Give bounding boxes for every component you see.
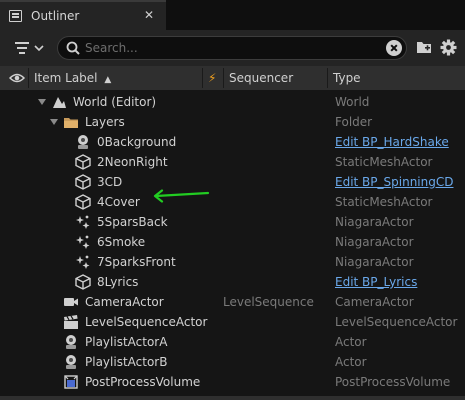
row-label: PlaylistActorB — [85, 355, 168, 369]
tree-row-levelsequenceactor[interactable]: LevelSequenceActor LevelSequenceActor — [0, 312, 465, 332]
lightning-icon: ⚡ — [208, 71, 217, 85]
row-type: StaticMeshActor — [335, 195, 433, 209]
column-divider — [327, 68, 328, 88]
column-divider — [28, 68, 29, 88]
row-type: World — [335, 95, 370, 109]
niagara-icon — [76, 255, 90, 269]
row-label: 3CD — [97, 175, 123, 189]
row-label: 7SparksFront — [97, 255, 176, 269]
add-folder-icon[interactable] — [416, 39, 432, 55]
tree-row-postprocessvolume[interactable]: PostProcessVolume PostProcessVolume — [0, 372, 465, 392]
row-label: LevelSequenceActor — [85, 315, 208, 329]
tree-row-world[interactable]: World (Editor) World — [0, 92, 465, 112]
close-icon[interactable]: ✕ — [142, 8, 156, 22]
column-item-label[interactable]: Item Label ▲ — [34, 66, 111, 90]
column-header: Item Label ▲ ⚡ Sequencer Type — [0, 66, 465, 90]
post-process-icon — [64, 375, 78, 389]
niagara-icon — [76, 235, 90, 249]
tree-row-0background[interactable]: 0Background Edit BP_HardShake — [0, 132, 465, 152]
tree-row-4cover[interactable]: 4Cover StaticMeshActor — [0, 192, 465, 212]
sort-ascending-icon: ▲ — [104, 75, 112, 85]
tree-row-5sparsback[interactable]: 5SparsBack NiagaraActor — [0, 212, 465, 232]
tree-row-7sparksfront[interactable]: 7SparksFront NiagaraActor — [0, 252, 465, 272]
column-item-label-text: Item Label — [34, 71, 98, 85]
row-label: 0Background — [97, 135, 177, 149]
filter-icon — [15, 42, 44, 54]
toolbar — [0, 30, 465, 66]
search-icon — [66, 41, 80, 55]
row-type: Folder — [335, 115, 373, 129]
search-box — [57, 36, 407, 60]
column-sequencer[interactable]: Sequencer — [229, 66, 293, 90]
column-type[interactable]: Type — [333, 66, 361, 90]
row-type: Actor — [335, 355, 367, 369]
tree-row-6smoke[interactable]: 6Smoke NiagaraActor — [0, 232, 465, 252]
row-sequencer: LevelSequence — [223, 295, 314, 309]
expand-arrow-icon[interactable] — [38, 99, 46, 105]
row-type: Actor — [335, 335, 367, 349]
camera-icon — [64, 298, 78, 306]
row-type: StaticMeshActor — [335, 155, 433, 169]
row-type: LevelSequenceActor — [335, 315, 458, 329]
static-mesh-icon — [75, 194, 91, 210]
actor-icon — [66, 335, 76, 349]
column-divider — [202, 68, 203, 88]
tab-bar: Outliner ✕ — [0, 0, 465, 30]
clear-search-icon[interactable] — [386, 40, 402, 56]
row-label: PlaylistActorA — [85, 335, 168, 349]
blueprint-actor-icon — [78, 135, 88, 149]
row-type: CameraActor — [335, 295, 414, 309]
filter-button[interactable] — [14, 40, 46, 56]
outliner-icon — [9, 10, 22, 22]
row-label: Layers — [85, 115, 125, 129]
row-label: PostProcessVolume — [85, 375, 201, 389]
niagara-icon — [76, 215, 90, 229]
tree-row-cameraactor[interactable]: CameraActor LevelSequence CameraActor — [0, 292, 465, 312]
column-divider — [223, 68, 224, 88]
row-label: 2NeonRight — [97, 155, 168, 169]
row-label: 4Cover — [97, 195, 140, 209]
annotation-arrow-icon — [153, 189, 210, 203]
tree-row-8lyrics[interactable]: 8Lyrics Edit BP_Lyrics — [0, 272, 465, 292]
tree-row-3cd[interactable]: 3CD Edit BP_SpinningCD — [0, 172, 465, 192]
row-label: 6Smoke — [97, 235, 146, 249]
edit-blueprint-link[interactable]: Edit BP_HardShake — [335, 132, 449, 152]
edit-blueprint-link[interactable]: Edit BP_SpinningCD — [335, 172, 453, 192]
tab-outliner[interactable]: Outliner ✕ — [0, 0, 166, 30]
row-type: NiagaraActor — [335, 235, 414, 249]
tab-title: Outliner — [31, 9, 80, 23]
row-type: NiagaraActor — [335, 255, 414, 269]
static-mesh-icon — [75, 274, 91, 290]
gear-icon[interactable] — [440, 39, 457, 56]
row-label: 5SparsBack — [97, 215, 168, 229]
clapper-icon — [64, 315, 78, 329]
expand-arrow-icon[interactable] — [50, 119, 58, 125]
static-mesh-icon — [75, 154, 91, 170]
visibility-eye-icon[interactable] — [9, 72, 25, 84]
static-mesh-icon — [75, 174, 91, 190]
world-icon — [53, 97, 66, 108]
bottom-border — [0, 396, 465, 400]
folder-icon — [64, 118, 78, 128]
row-type: NiagaraActor — [335, 215, 414, 229]
tree-row-playlistactora[interactable]: PlaylistActorA Actor — [0, 332, 465, 352]
edit-blueprint-link[interactable]: Edit BP_Lyrics — [335, 272, 417, 292]
actor-icon — [66, 355, 76, 369]
tree-row-layers[interactable]: Layers Folder — [0, 112, 465, 132]
row-type: PostProcessVolume — [335, 375, 451, 389]
row-label: 8Lyrics — [97, 275, 139, 289]
row-label: CameraActor — [85, 295, 164, 309]
row-label: World (Editor) — [73, 95, 157, 109]
tree-row-2neonright[interactable]: 2NeonRight StaticMeshActor — [0, 152, 465, 172]
search-input[interactable] — [85, 39, 385, 57]
tree-row-playlistactorb[interactable]: PlaylistActorB Actor — [0, 352, 465, 372]
